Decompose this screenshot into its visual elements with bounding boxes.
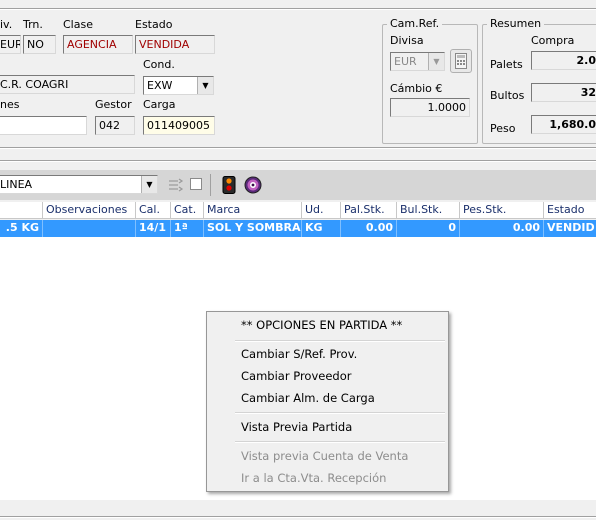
- menu-separator: [235, 441, 445, 443]
- estado-label: Estado: [135, 18, 173, 31]
- palets-field: 2.0: [531, 51, 596, 70]
- table-row[interactable]: .5 KG 14/1 1ª SOL Y SOMBRA KG 0.00 0 0.0…: [0, 220, 596, 237]
- filter-select[interactable]: LINEA ▼: [0, 175, 158, 194]
- carga-label: Carga: [143, 98, 176, 111]
- cambio-label: Cámbio €: [390, 82, 443, 95]
- cond-value: EXW: [147, 79, 173, 92]
- traffic-light-icon: [222, 176, 236, 194]
- bottom-separator: [0, 516, 596, 518]
- calculator-icon: [455, 53, 467, 69]
- cell-pes-stk: 0.00: [459, 220, 543, 237]
- cond-label: Cond.: [143, 58, 175, 71]
- cell-first: .5 KG: [5, 221, 39, 234]
- filter-value: LINEA: [0, 178, 33, 191]
- menu-item-cambiar-almacen[interactable]: Cambiar Alm. de Carga: [241, 391, 375, 405]
- column-header[interactable]: Ud.: [301, 202, 340, 219]
- menu-item-vista-previa-partida[interactable]: Vista Previa Partida: [241, 420, 352, 434]
- mid-separator: [0, 147, 596, 149]
- column-header[interactable]: Marca: [203, 202, 301, 219]
- menu-item-vista-previa-cuenta: Vista previa Cuenta de Venta: [241, 449, 409, 463]
- chevron-down-icon[interactable]: ▼: [141, 176, 157, 193]
- obs-field[interactable]: [0, 116, 87, 135]
- cell-ud: KG: [301, 220, 340, 237]
- chevron-down-icon[interactable]: ▼: [197, 77, 213, 94]
- trn-field[interactable]: NO: [23, 35, 56, 54]
- menu-item-cambiar-proveedor[interactable]: Cambiar Proveedor: [241, 369, 351, 383]
- column-header[interactable]: Estado: [543, 202, 596, 219]
- menu-item-ir-cuenta-venta: Ir a la Cta.Vta. Recepción: [241, 471, 387, 485]
- cell-cat: 1ª: [170, 220, 203, 237]
- menu-separator: [235, 412, 445, 414]
- bultos-label: Bultos: [490, 89, 525, 102]
- cond-select[interactable]: EXW ▼: [143, 76, 214, 95]
- cliente-field[interactable]: C.R. COAGRI: [0, 75, 135, 94]
- palets-label: Palets: [490, 58, 523, 71]
- cell-estado: VENDID: [543, 220, 596, 237]
- context-menu: ** OPCIONES EN PARTIDA ** Cambiar S/Ref.…: [206, 311, 449, 492]
- cell-observaciones: [42, 220, 135, 237]
- cell-bul-stk: 0: [396, 220, 459, 237]
- bultos-field: 32: [531, 83, 596, 102]
- carga-field[interactable]: 011409005: [143, 116, 215, 135]
- column-header[interactable]: Cal.: [135, 202, 170, 219]
- traffic-light-button[interactable]: [218, 174, 240, 196]
- sort-button[interactable]: [165, 174, 187, 196]
- cell-marca: SOL Y SOMBRA: [203, 220, 301, 237]
- divisa-select[interactable]: EUR ▼: [390, 52, 445, 71]
- peso-label: Peso: [490, 122, 516, 135]
- resumen-title: Resumen: [487, 17, 545, 30]
- obs-label: nes: [0, 98, 20, 111]
- cell-pal-stk: 0.00: [340, 220, 396, 237]
- calculator-button[interactable]: [450, 49, 472, 73]
- estado-field: VENDIDA: [135, 35, 215, 54]
- column-header[interactable]: Cat.: [170, 202, 203, 219]
- toolbar-divider: [210, 174, 211, 196]
- target-button[interactable]: [242, 174, 264, 196]
- div-label: iv.: [0, 18, 13, 31]
- clase-label: Clase: [63, 18, 93, 31]
- target-icon: [244, 176, 262, 194]
- peso-field: 1,680.0: [531, 115, 596, 134]
- trn-label: Trn.: [23, 18, 43, 31]
- cell-cal: 14/1: [135, 220, 170, 237]
- toolbar-checkbox[interactable]: [190, 178, 202, 190]
- gestor-field[interactable]: 042: [95, 116, 135, 135]
- grid-header: Observaciones Cal. Cat. Marca Ud. Pal.St…: [0, 202, 596, 219]
- gestor-label: Gestor: [95, 98, 132, 111]
- menu-title: ** OPCIONES EN PARTIDA **: [241, 318, 403, 332]
- column-header[interactable]: Pes.Stk.: [459, 202, 543, 219]
- column-header[interactable]: Pal.Stk.: [340, 202, 396, 219]
- clase-field: AGENCIA: [63, 35, 133, 54]
- div-field[interactable]: EUR: [0, 35, 21, 54]
- chevron-down-icon[interactable]: ▼: [428, 53, 444, 70]
- top-separator: [0, 8, 596, 10]
- divisa-label: Divisa: [390, 34, 424, 47]
- compra-label: Compra: [531, 34, 575, 47]
- column-header[interactable]: Bul.Stk.: [396, 202, 459, 219]
- mid-separator-2: [0, 160, 596, 162]
- sort-icon: [169, 178, 184, 192]
- menu-separator: [235, 340, 445, 342]
- divisa-value: EUR: [394, 55, 417, 68]
- cambio-field[interactable]: 1.0000: [390, 98, 470, 117]
- camref-title: Cam.Ref.: [387, 17, 443, 30]
- menu-item-cambiar-ref[interactable]: Cambiar S/Ref. Prov.: [241, 347, 357, 361]
- column-header[interactable]: Observaciones: [42, 202, 135, 219]
